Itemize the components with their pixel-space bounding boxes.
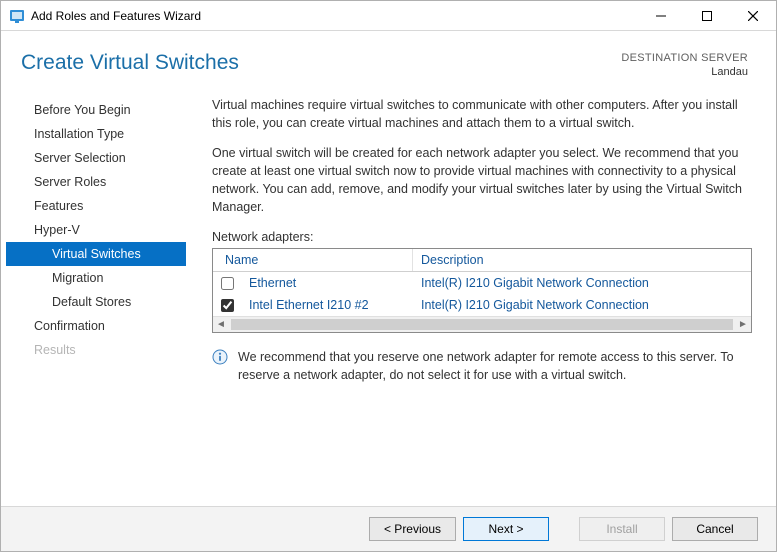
destination-label: DESTINATION SERVER: [621, 51, 748, 65]
table-label: Network adapters:: [212, 230, 752, 244]
adapter-name: Intel Ethernet I210 #2: [241, 297, 413, 313]
nav-item-server-selection[interactable]: Server Selection: [6, 146, 186, 170]
cancel-button[interactable]: Cancel: [672, 517, 758, 541]
maximize-button[interactable]: [684, 1, 730, 31]
column-name[interactable]: Name: [213, 249, 413, 271]
page-title: Create Virtual Switches: [21, 51, 621, 75]
wizard-footer: < Previous Next > Install Cancel: [1, 506, 776, 551]
column-description[interactable]: Description: [413, 249, 751, 271]
table-horizontal-scrollbar[interactable]: ◄ ►: [213, 316, 751, 332]
app-icon: [9, 8, 25, 24]
info-message: We recommend that you reserve one networ…: [238, 349, 752, 384]
destination-host: Landau: [621, 65, 748, 79]
nav-item-virtual-switches[interactable]: Virtual Switches: [6, 242, 186, 266]
network-adapters-table: Name Description EthernetIntel(R) I210 G…: [212, 248, 752, 333]
destination-block: DESTINATION SERVER Landau: [621, 51, 748, 80]
table-header: Name Description: [213, 249, 751, 272]
info-callout: We recommend that you reserve one networ…: [212, 349, 752, 384]
titlebar: Add Roles and Features Wizard: [1, 1, 776, 31]
adapter-description: Intel(R) I210 Gigabit Network Connection: [413, 275, 751, 291]
nav-item-hyper-v[interactable]: Hyper-V: [6, 218, 186, 242]
window-title: Add Roles and Features Wizard: [31, 9, 201, 23]
close-button[interactable]: [730, 1, 776, 31]
wizard-nav: Before You BeginInstallation TypeServer …: [6, 90, 186, 506]
table-row[interactable]: EthernetIntel(R) I210 Gigabit Network Co…: [213, 272, 751, 294]
adapter-description: Intel(R) I210 Gigabit Network Connection: [413, 297, 751, 313]
adapter-checkbox[interactable]: [221, 277, 234, 290]
nav-item-features[interactable]: Features: [6, 194, 186, 218]
adapter-name: Ethernet: [241, 275, 413, 291]
nav-item-installation-type[interactable]: Installation Type: [6, 122, 186, 146]
previous-button[interactable]: < Previous: [369, 517, 456, 541]
intro-paragraph-1: Virtual machines require virtual switche…: [212, 96, 752, 132]
table-row[interactable]: Intel Ethernet I210 #2Intel(R) I210 Giga…: [213, 294, 751, 316]
nav-item-before-you-begin[interactable]: Before You Begin: [6, 98, 186, 122]
scroll-right-icon[interactable]: ►: [735, 317, 751, 332]
minimize-button[interactable]: [638, 1, 684, 31]
scroll-left-icon[interactable]: ◄: [213, 317, 229, 332]
nav-item-results: Results: [6, 338, 186, 362]
adapter-checkbox[interactable]: [221, 299, 234, 312]
nav-item-server-roles[interactable]: Server Roles: [6, 170, 186, 194]
nav-item-confirmation[interactable]: Confirmation: [6, 314, 186, 338]
install-button: Install: [579, 517, 665, 541]
wizard-content: Virtual machines require virtual switche…: [186, 90, 756, 506]
next-button[interactable]: Next >: [463, 517, 549, 541]
nav-item-default-stores[interactable]: Default Stores: [6, 290, 186, 314]
intro-paragraph-2: One virtual switch will be created for e…: [212, 144, 752, 217]
wizard-header: Create Virtual Switches DESTINATION SERV…: [1, 31, 776, 90]
nav-item-migration[interactable]: Migration: [6, 266, 186, 290]
scroll-thumb[interactable]: [231, 319, 733, 330]
info-icon: [212, 349, 228, 365]
